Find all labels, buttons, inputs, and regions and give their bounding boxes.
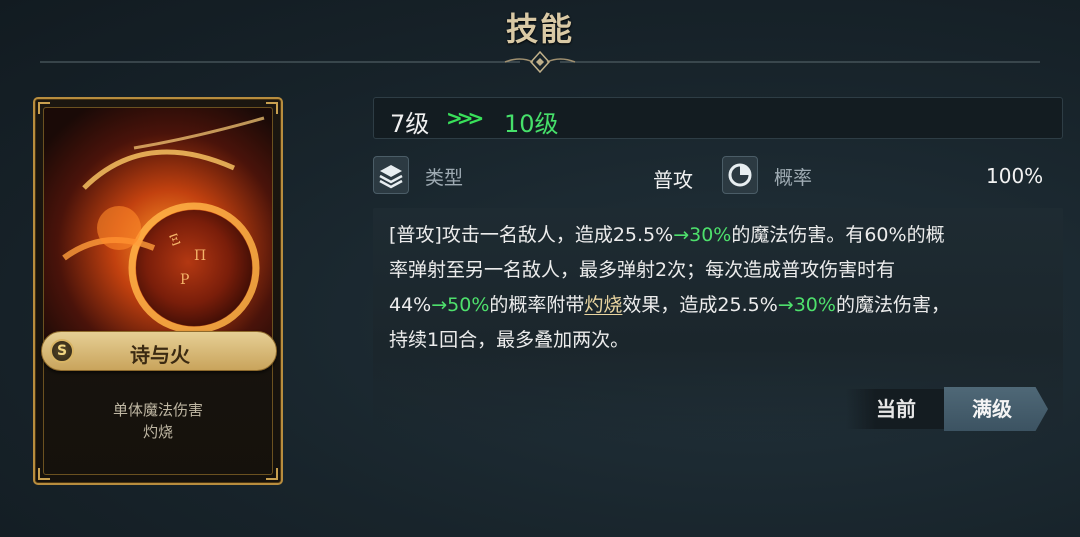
fire-orb-art: Ξ Π Ρ [44, 108, 272, 340]
layers-icon [373, 156, 409, 194]
skill-description: [普攻]攻击一名敌人，造成25.5%→30%的魔法伤害。有60%的概 率弹射至另… [389, 218, 1057, 358]
desc-line: [普攻]攻击一名敌人，造成25.5%→30%的魔法伤害。有60%的概 [389, 224, 945, 246]
desc-line: 持续1回合，最多叠加两次。 [389, 329, 630, 351]
card-nameplate: S 诗与火 [41, 331, 277, 371]
stat-type-value: 普攻 [653, 168, 693, 192]
svg-text:Π: Π [194, 248, 206, 264]
stat-chance-label: 概率 [774, 167, 813, 189]
svg-text:Ρ: Ρ [180, 272, 189, 288]
corner-ornament [38, 468, 50, 480]
max-level-button[interactable]: 满级 [944, 387, 1048, 431]
corner-ornament [266, 468, 278, 480]
current-level: 7级 [390, 110, 430, 138]
next-level: 10级 [504, 110, 559, 138]
desc-line: 44%→50%的概率附带灼烧效果，造成25.5%→30%的魔法伤害， [389, 294, 950, 316]
stat-type: 类型 普攻 [373, 156, 703, 194]
level-up-arrow-icon: >>> [446, 106, 484, 130]
level-bar: 7级 >>> 10级 [373, 97, 1063, 139]
corner-ornament [266, 102, 278, 114]
current-level-button[interactable]: 当前 [846, 389, 946, 429]
corner-ornament [38, 102, 50, 114]
skill-name: 诗与火 [130, 343, 190, 367]
pie-chart-icon [722, 156, 758, 194]
skill-tag-burn: 灼烧 [142, 423, 173, 441]
stat-type-label: 类型 [425, 167, 464, 189]
page-title: 技能 [505, 10, 574, 48]
skill-card: Ξ Π Ρ S 诗与火 单体魔法伤害 灼烧 [33, 97, 283, 485]
desc-line: 率弹射至另一名敌人，最多弹射2次；每次造成普攻伤害时有 [389, 259, 896, 281]
stat-chance: 概率 100% [722, 156, 1062, 194]
burn-keyword-link[interactable]: 灼烧 [584, 294, 622, 316]
title-divider [40, 50, 1040, 74]
skill-tag-damage: 单体魔法伤害 [112, 401, 203, 419]
stat-chance-value: 100% [986, 164, 1044, 188]
skill-tags: 单体魔法伤害 灼烧 [35, 399, 281, 443]
